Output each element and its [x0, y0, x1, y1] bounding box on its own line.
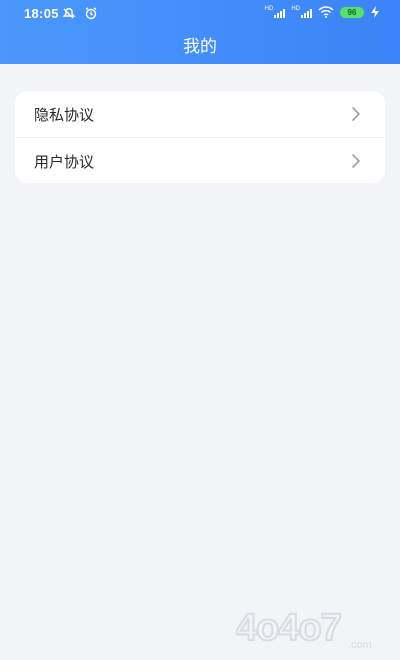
charging-icon — [371, 6, 379, 18]
menu-card: 隐私协议 用户协议 — [15, 91, 385, 183]
status-left-icons — [62, 6, 98, 20]
app-header: 18:05 HD HD 96 我的 — [0, 0, 400, 64]
network-label-1: HD — [264, 6, 274, 12]
chevron-right-icon — [352, 154, 360, 168]
alarm-icon — [85, 7, 97, 20]
network-label-2: HD — [291, 6, 300, 12]
wifi-icon — [318, 6, 334, 18]
silent-icon — [62, 8, 76, 19]
status-right-icons: HD HD 96 — [265, 6, 380, 18]
user-agreement-label: 用户协议 — [34, 152, 95, 171]
watermark-logo: 4o4o7 .com — [236, 606, 372, 650]
watermark-suffix: .com — [348, 639, 372, 650]
chevron-right-icon — [352, 107, 360, 121]
battery-indicator: 96 — [340, 6, 364, 18]
user-agreement-item[interactable]: 用户协议 — [15, 137, 385, 183]
privacy-agreement-item[interactable]: 隐私协议 — [15, 91, 385, 137]
watermark-text: 4o4o7 — [236, 607, 341, 649]
status-bar: 18:05 HD HD 96 — [0, 0, 400, 28]
signal-icon-1: HD — [265, 6, 286, 18]
status-time: 18:05 — [24, 6, 59, 21]
signal-icon-2: HD — [291, 6, 312, 18]
page-title: 我的 — [183, 37, 217, 57]
privacy-agreement-label: 隐私协议 — [34, 105, 95, 124]
